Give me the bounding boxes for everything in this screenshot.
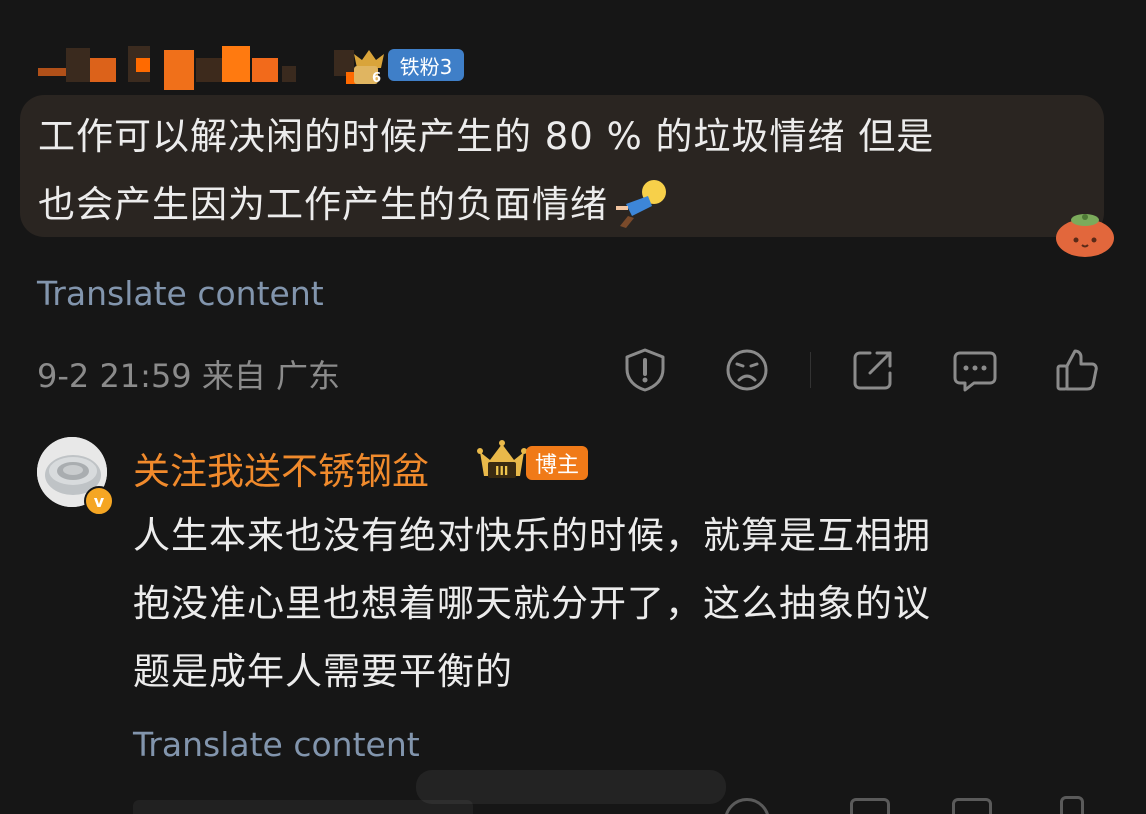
report-icon[interactable] [622, 347, 668, 393]
comment-text-line: 人生本来也没有绝对快乐的时候，就算是互相拥 [133, 514, 931, 557]
watermark [416, 770, 726, 804]
comment-meta: 9-2 21:59 来自 广东 [37, 357, 341, 395]
svg-text:III: III [495, 464, 508, 478]
comment-text-line: 抱没准心里也想着哪天就分开了，这么抽象的议 [133, 582, 931, 625]
fan-badge: 铁粉3 [388, 49, 464, 81]
lying-flat-emoji-icon [612, 176, 670, 234]
svg-text:6: 6 [372, 71, 381, 86]
verified-badge-icon: v [84, 486, 114, 516]
comment-text-line: 题是成年人需要平衡的 [133, 650, 513, 693]
username-pixelated[interactable] [36, 40, 358, 90]
comment-text-line: 工作可以解决闲的时候产生的 80 % 的垃圾情绪 但是 [38, 115, 935, 158]
persimmon-decoration-icon [1054, 208, 1116, 258]
comment-text: 工作可以解决闲的时候产生的 80 % 的垃圾情绪 但是 也会产生因为工作产生的负… [38, 103, 1098, 239]
comment-text: 人生本来也没有绝对快乐的时候，就算是互相拥 抱没准心里也想着哪天就分开了，这么抽… [133, 502, 1093, 706]
dislike-icon[interactable] [724, 347, 770, 393]
translate-link[interactable]: Translate content [37, 274, 324, 313]
share-icon[interactable] [850, 347, 896, 393]
comment-text-line: 也会产生因为工作产生的负面情绪 [38, 183, 608, 226]
crown-level-icon: III [476, 438, 528, 484]
level-medal-icon: 6 [348, 44, 390, 86]
blogger-badge: 博主 [526, 446, 588, 480]
username[interactable]: 关注我送不锈钢盆 [133, 441, 429, 495]
like-icon[interactable] [1054, 347, 1100, 393]
translate-link[interactable]: Translate content [133, 725, 420, 764]
action-divider [810, 352, 811, 388]
comment-icon[interactable] [952, 347, 998, 393]
